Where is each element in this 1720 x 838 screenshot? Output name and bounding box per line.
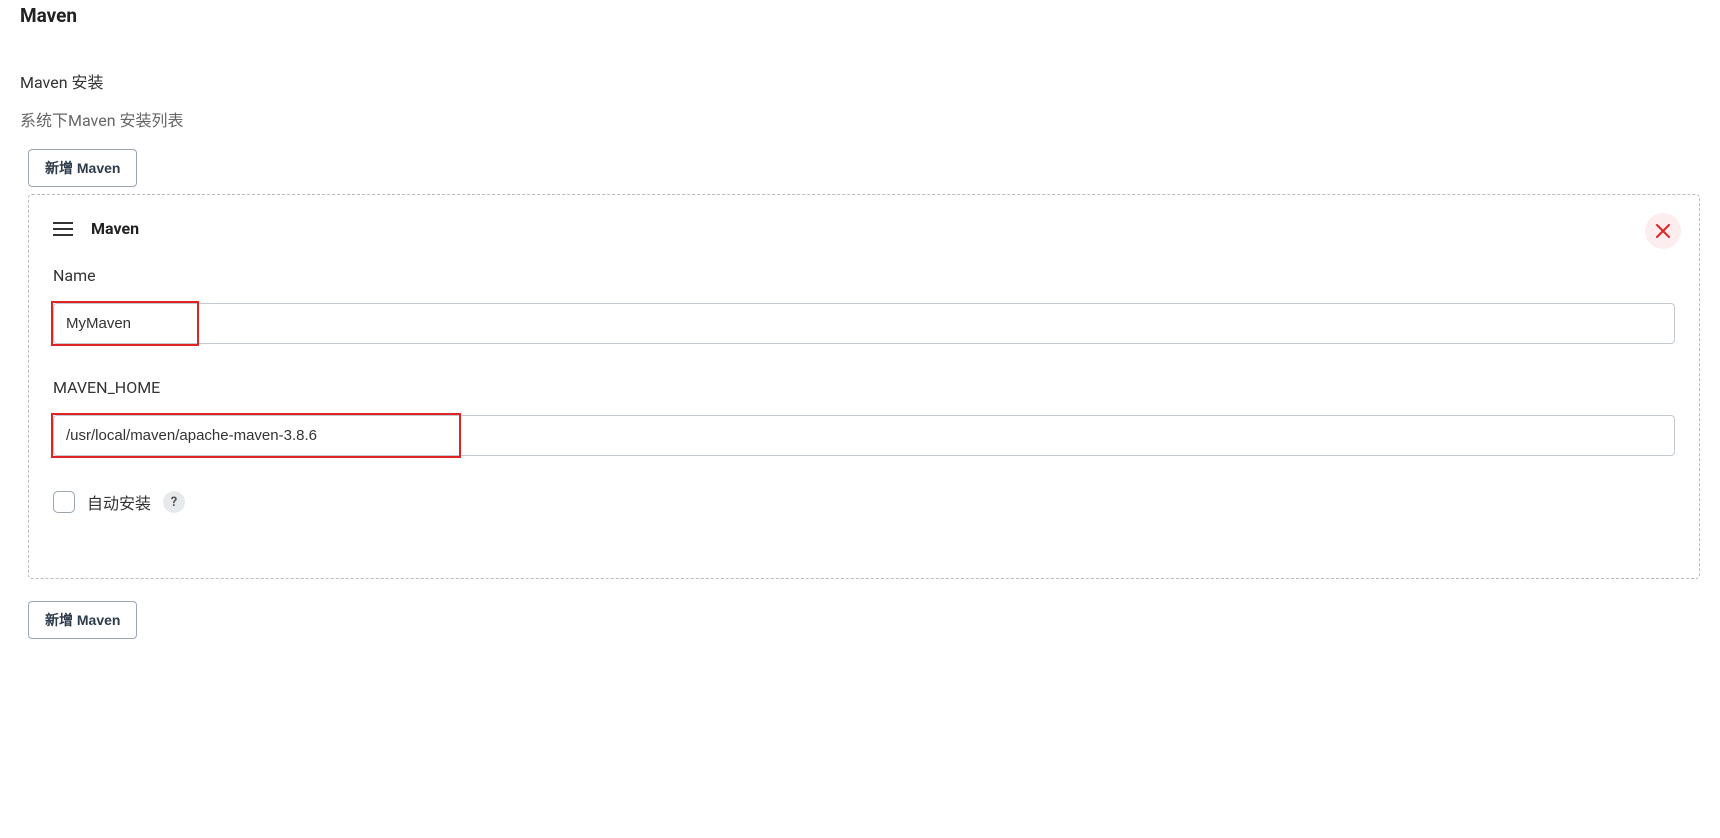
maven-install-card: Maven Name MAVEN_HOME 自动安装 ?: [28, 194, 1700, 579]
add-maven-button-bottom[interactable]: 新增 Maven: [28, 601, 137, 639]
auto-install-checkbox[interactable]: [53, 491, 75, 513]
maven-home-input[interactable]: [53, 415, 1675, 456]
add-maven-button-top[interactable]: 新增 Maven: [28, 149, 137, 187]
close-icon: [1656, 224, 1670, 238]
help-icon[interactable]: ?: [163, 491, 185, 513]
maven-home-label: MAVEN_HOME: [53, 378, 1675, 397]
close-button[interactable]: [1645, 213, 1681, 249]
section-subtitle: Maven 安装: [20, 69, 1700, 93]
section-description: 系统下Maven 安装列表: [20, 107, 1700, 131]
card-title: Maven: [91, 219, 139, 238]
name-label: Name: [53, 266, 1675, 285]
auto-install-label: 自动安装: [87, 490, 151, 514]
page-title: Maven: [20, 4, 1700, 27]
name-input[interactable]: [53, 303, 1675, 344]
drag-handle-icon[interactable]: [53, 222, 73, 236]
